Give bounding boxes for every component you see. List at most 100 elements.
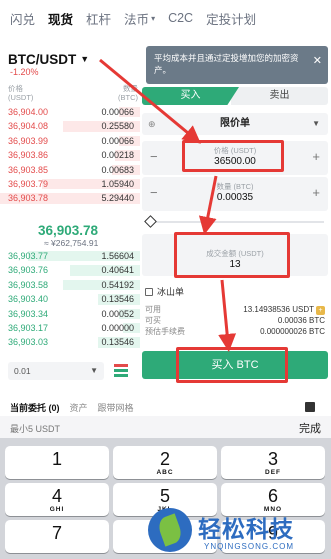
order-type-select[interactable]: ⊕ 限价单 ▼ — [142, 113, 328, 135]
key-digit: 2 — [159, 449, 170, 469]
order-history-icon[interactable] — [305, 402, 315, 412]
depth-precision-value: 0.01 — [14, 366, 31, 376]
tab-margin[interactable]: 杠杆 — [86, 9, 111, 28]
bid-row[interactable]: 36,903.40 0.13546 — [0, 292, 140, 306]
key-letters: ABC — [156, 469, 174, 476]
iceberg-checkbox[interactable]: 冰山单 — [145, 285, 184, 298]
buyable-value: 0.00036 BTC — [277, 316, 325, 325]
key-1[interactable]: 1 — [5, 446, 109, 479]
ask-price: 36,904.00 — [8, 107, 49, 117]
quantity-stepper[interactable]: − 数量 (BTC) 0.00035 + — [142, 177, 328, 211]
ask-row[interactable]: 36,903.99 0.00066 — [0, 134, 140, 148]
bid-quantity: 0.00000 — [101, 322, 134, 333]
ask-quantity: 1.05940 — [101, 178, 134, 189]
order-type-value: 限价单 — [220, 118, 250, 129]
key-letters: GHI — [49, 506, 65, 513]
available-row: 可用 13.14938536 USDT + — [145, 304, 325, 315]
slider-handle[interactable] — [144, 215, 157, 228]
orders-tabs: 当前委托 (0) 资产 跟带网格 — [10, 401, 325, 415]
qty-header-title: 数量 — [123, 84, 138, 93]
bid-row[interactable]: 36,903.17 0.00000 — [0, 321, 140, 335]
price-header-title: 价格 — [8, 84, 23, 93]
tab-grid[interactable]: 跟带网格 — [98, 401, 134, 415]
tab-fiat-label: 法币 — [124, 12, 150, 27]
tab-buy[interactable]: 买入 — [142, 87, 239, 105]
available-value: 13.14938536 USDT — [243, 305, 314, 314]
highlight-price — [182, 140, 284, 172]
bid-price: 36,903.34 — [8, 308, 49, 319]
close-icon[interactable]: ✕ — [313, 55, 322, 67]
key-3[interactable]: 3 DEF — [221, 446, 325, 479]
price-column-header: 价格 (USDT) — [8, 84, 33, 102]
bid-price: 36,903.40 — [8, 294, 49, 305]
tab-spot[interactable]: 现货 — [48, 9, 73, 28]
transfer-icon[interactable]: + — [316, 306, 325, 315]
tab-assets[interactable]: 资产 — [70, 401, 88, 415]
tab-c2c[interactable]: C2C — [168, 11, 193, 25]
key-letters: DEF — [265, 469, 281, 476]
ask-quantity: 0.00066 — [101, 135, 134, 146]
done-button[interactable]: 完成 — [299, 420, 321, 436]
bid-row[interactable]: 36,903.03 0.13546 — [0, 335, 140, 349]
bid-quantity: 0.40641 — [101, 265, 134, 276]
ask-quantity: 5.29440 — [101, 193, 134, 204]
checkbox-icon — [145, 287, 153, 296]
tab-open-orders[interactable]: 当前委托 (0) — [10, 401, 60, 415]
ask-row[interactable]: 36,903.86 0.00218 — [0, 148, 140, 162]
tab-dca-plan[interactable]: 定投计划 — [206, 9, 256, 28]
bid-row[interactable]: 36,903.58 0.54192 — [0, 278, 140, 292]
qty-header-unit: (BTC) — [118, 93, 138, 102]
ask-row[interactable]: 36,903.85 0.00683 — [0, 163, 140, 177]
info-icon[interactable]: ⊕ — [148, 113, 156, 135]
bid-quantity: 1.56604 — [101, 251, 134, 261]
ask-row[interactable]: 36,904.00 0.00066 — [0, 105, 140, 119]
key-digit: 1 — [51, 449, 62, 469]
key-7[interactable]: 7 — [5, 520, 109, 553]
ask-quantity: 0.00683 — [101, 164, 134, 175]
ask-row[interactable]: 36,903.79 1.05940 — [0, 177, 140, 191]
ask-price: 36,903.79 — [8, 178, 49, 189]
ask-quantity: 0.25580 — [101, 121, 134, 132]
tab-fiat[interactable]: 法币 ▾ — [124, 9, 155, 28]
buyable-label: 可买 — [145, 316, 161, 325]
tip-text: 平均成本并且通过定投增加您的加密资产。 — [154, 53, 299, 75]
ask-row[interactable]: 36,904.08 0.25580 — [0, 119, 140, 133]
chevron-down-icon: ▼ — [312, 119, 320, 128]
ask-price: 36,903.85 — [8, 164, 49, 175]
key-digit: 4 — [51, 486, 62, 506]
fee-row: 预估手续费 0.000000026 BTC — [145, 326, 325, 337]
bid-row[interactable]: 36,903.76 0.40641 — [0, 263, 140, 277]
pair-selector[interactable]: BTC/USDT ▼ — [8, 50, 89, 68]
plus-icon[interactable]: + — [312, 149, 320, 164]
depth-precision-select[interactable]: 0.01 ▼ — [8, 362, 104, 380]
last-price: 36,903.78 — [38, 223, 99, 238]
ask-row[interactable]: 36,903.78 5.29440 — [0, 191, 140, 205]
side-toggle: 买入 卖出 — [142, 87, 328, 105]
ask-price: 36,903.78 — [8, 193, 49, 204]
slider-track — [150, 221, 324, 223]
qty-column-header: 数量 (BTC) — [118, 84, 138, 102]
highlight-total — [174, 232, 290, 278]
ask-price: 36,903.86 — [8, 150, 49, 161]
ask-quantity: 0.00218 — [101, 150, 134, 161]
fee-value: 0.000000026 BTC — [260, 327, 325, 336]
tab-swap[interactable]: 闪兑 — [10, 9, 35, 28]
bid-quantity: 0.13546 — [101, 337, 134, 348]
quantity-field[interactable]: 0.00035 — [142, 192, 328, 203]
caret-down-icon: ▼ — [80, 54, 90, 64]
key-2[interactable]: 2 ABC — [113, 446, 217, 479]
chevron-down-icon: ▾ — [151, 13, 156, 23]
buyable-row: 可买 0.00036 BTC — [145, 315, 325, 326]
tab-sell[interactable]: 卖出 — [231, 87, 328, 105]
key-4[interactable]: 4 GHI — [5, 483, 109, 516]
ask-price: 36,903.99 — [8, 135, 49, 146]
ask-price: 36,904.08 — [8, 121, 49, 132]
bid-price: 36,903.17 — [8, 322, 49, 333]
bid-row[interactable]: 36,903.77 1.56604 — [0, 249, 140, 263]
iceberg-label: 冰山单 — [157, 287, 185, 297]
plus-icon[interactable]: + — [312, 185, 320, 200]
bid-price: 36,903.03 — [8, 337, 49, 348]
bid-row[interactable]: 36,903.34 0.00052 — [0, 307, 140, 321]
amount-slider[interactable] — [144, 215, 324, 228]
orderbook-layout-icon[interactable] — [114, 364, 128, 378]
